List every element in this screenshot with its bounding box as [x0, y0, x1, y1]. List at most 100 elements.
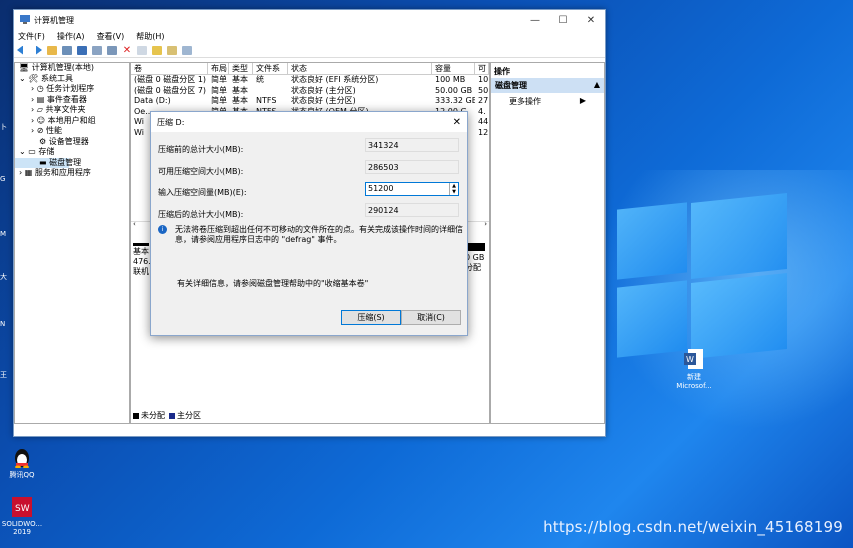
app-icon: [20, 14, 30, 26]
table-row[interactable]: (磁盘 0 磁盘分区 7) 简单 基本 状态良好 (主分区) 50.00 GB 50: [131, 86, 489, 97]
forward-arrow-icon[interactable]: [36, 45, 42, 55]
help-icon[interactable]: [77, 45, 87, 55]
search-folder-icon[interactable]: [152, 45, 162, 55]
disk-bar: [133, 243, 149, 246]
disk-line: 476.: [133, 257, 151, 266]
delete-icon[interactable]: ✕: [122, 45, 132, 55]
col-volume[interactable]: 卷: [131, 63, 208, 74]
storage-icon: ▭: [28, 147, 36, 156]
tree-local-users[interactable]: › ☺ 本地用户和组: [15, 116, 129, 127]
disk-line: 0 GB: [465, 253, 485, 262]
table-cell: Data (D:): [134, 96, 171, 105]
scroll-left-icon[interactable]: ‹: [133, 220, 136, 228]
dialog-title-bar: 压缩 D: ✕: [151, 112, 467, 132]
actions-header: 操作: [494, 67, 510, 76]
tree-device-manager[interactable]: ⚙ 设备管理器: [15, 137, 129, 148]
table-cell: 4.: [478, 106, 486, 116]
window-view-icon[interactable]: [182, 45, 192, 55]
cancel-button[interactable]: 取消(C): [401, 310, 461, 325]
desktop-icon-qq[interactable]: 腾讯QQ: [0, 446, 44, 480]
table-cell: (磁盘 0 磁盘分区 7): [134, 85, 207, 95]
desktop-icon-label: SOLIDWO... 2019: [1, 520, 43, 536]
actions-disk-management[interactable]: 磁盘管理 ▲: [491, 78, 604, 93]
menu-view[interactable]: 查看(V): [97, 31, 125, 42]
disk-info-right: 0 GB 分配: [465, 243, 485, 273]
tree-performance[interactable]: › ⊘ 性能: [15, 126, 129, 137]
tree-task-scheduler[interactable]: › ◷ 任务计划程序: [15, 84, 129, 95]
word-document-icon: W: [683, 348, 705, 370]
penguin-icon: [11, 446, 33, 469]
tree-storage[interactable]: ⌄ ▭ 存储: [15, 147, 129, 158]
checklist-icon[interactable]: [137, 45, 147, 55]
shrink-dialog: 压缩 D: ✕ 压缩前的总计大小(MB): 341324 可用压缩空间大小(MB…: [150, 111, 468, 336]
col-layout[interactable]: 布局: [208, 63, 229, 74]
table-cell: 100 MB: [435, 75, 466, 84]
tools-icon: 🛠: [28, 73, 39, 83]
chevron-right-icon: ▶: [579, 96, 586, 105]
tree-shared-folders[interactable]: › ▱ 共享文件夹: [15, 105, 129, 116]
disk-line: 基本: [133, 247, 149, 256]
navigation-tree: 🖥 计算机管理(本地) ⌄ 🛠 系统工具 › ◷ 任务计划程序 › ▤ 事件查看…: [14, 62, 130, 424]
table-cell: (磁盘 0 磁盘分区 1): [134, 75, 207, 84]
scroll-right-icon[interactable]: ›: [484, 220, 487, 228]
chevron-right-icon: ›: [31, 84, 35, 93]
volume-table-header: 卷 布局 类型 文件系统 状态 容量 可: [131, 63, 489, 84]
minimize-button[interactable]: —: [521, 15, 549, 26]
desktop-edge-fragment: 大: [0, 273, 7, 281]
table-row[interactable]: Data (D:) 简单 基本 NTFS 状态良好 (主分区) 333.32 GB 27: [131, 96, 489, 107]
folder-icon[interactable]: [47, 45, 57, 55]
tree-label: 计算机管理(本地): [31, 63, 94, 72]
col-filesystem[interactable]: 文件系统: [253, 63, 288, 84]
info-text: 无法将卷压缩到超出任何不可移动的文件所在的点。有关完成该操作时间的详细信息，请参…: [175, 225, 463, 244]
collapse-up-icon[interactable]: ▲: [594, 80, 600, 91]
menu-action[interactable]: 操作(A): [57, 31, 85, 42]
table-cell: 基本: [232, 75, 248, 84]
more-actions-label: 更多操作: [509, 97, 541, 106]
table-row[interactable]: (磁盘 0 磁盘分区 1) 简单 基本 状态良好 (EFI 系统分区) 100 MB 10: [131, 75, 489, 86]
open-icon[interactable]: [167, 45, 177, 55]
chevron-down-icon: ⌄: [19, 147, 26, 156]
shrink-amount-input[interactable]: 51200 ▲ ▼: [365, 182, 459, 196]
table-cell: 基本: [232, 96, 248, 105]
tree-label: 系统工具: [40, 73, 73, 83]
spin-down-icon[interactable]: ▼: [450, 189, 458, 195]
connect-icon[interactable]: [107, 45, 117, 55]
table-cell: 状态良好 (EFI 系统分区): [291, 75, 379, 84]
desktop-icon-word[interactable]: W 新建 Microsof...: [672, 348, 716, 390]
actions-pane: 操作 磁盘管理 ▲ 更多操作 ▶: [490, 62, 605, 424]
back-arrow-icon[interactable]: [17, 45, 23, 55]
col-free[interactable]: 可: [475, 63, 489, 74]
properties-icon[interactable]: [62, 45, 72, 55]
dialog-close-icon[interactable]: ✕: [453, 117, 461, 128]
window-title: 计算机管理: [34, 15, 74, 25]
maximize-button[interactable]: ☐: [549, 15, 577, 26]
tree-disk-management[interactable]: ▬ 磁盘管理: [15, 157, 81, 168]
tree-event-viewer[interactable]: › ▤ 事件查看器: [15, 95, 129, 106]
tree-label: 磁盘管理: [49, 157, 82, 167]
legend-primary-label: 主分区: [177, 411, 201, 420]
col-status[interactable]: 状态: [288, 63, 432, 74]
table-cell: 状态良好 (主分区): [291, 96, 356, 105]
menu-file[interactable]: 文件(F): [18, 31, 45, 42]
col-capacity[interactable]: 容量: [432, 63, 475, 74]
help-text: 有关详细信息，请参阅磁盘管理帮助中的"收缩基本卷": [177, 279, 369, 288]
legend: 未分配 主分区: [133, 410, 201, 421]
more-actions-item[interactable]: 更多操作 ▶: [491, 93, 604, 110]
chevron-right-icon: ›: [31, 126, 35, 135]
shared-folder-icon: ▱: [36, 105, 43, 114]
chevron-right-icon: ›: [31, 115, 35, 125]
col-type[interactable]: 类型: [229, 63, 253, 74]
tree-system-tools[interactable]: ⌄ 🛠 系统工具: [15, 74, 129, 85]
menu-help[interactable]: 帮助(H): [136, 31, 164, 42]
view-icon[interactable]: [92, 45, 102, 55]
table-cell: [253, 75, 288, 86]
close-button[interactable]: ✕: [577, 15, 605, 26]
tree-root[interactable]: 🖥 计算机管理(本地): [15, 63, 129, 74]
desktop-icon-solidworks[interactable]: SW SOLIDWO... 2019: [0, 496, 44, 536]
spinner[interactable]: ▲ ▼: [449, 183, 458, 195]
table-cell: 27: [478, 96, 489, 105]
tree-services[interactable]: › ▦ 服务和应用程序: [15, 168, 129, 179]
shrink-amount-value[interactable]: 51200: [368, 184, 393, 193]
table-cell: 10: [478, 75, 489, 84]
shrink-button[interactable]: 压缩(S): [341, 310, 401, 325]
